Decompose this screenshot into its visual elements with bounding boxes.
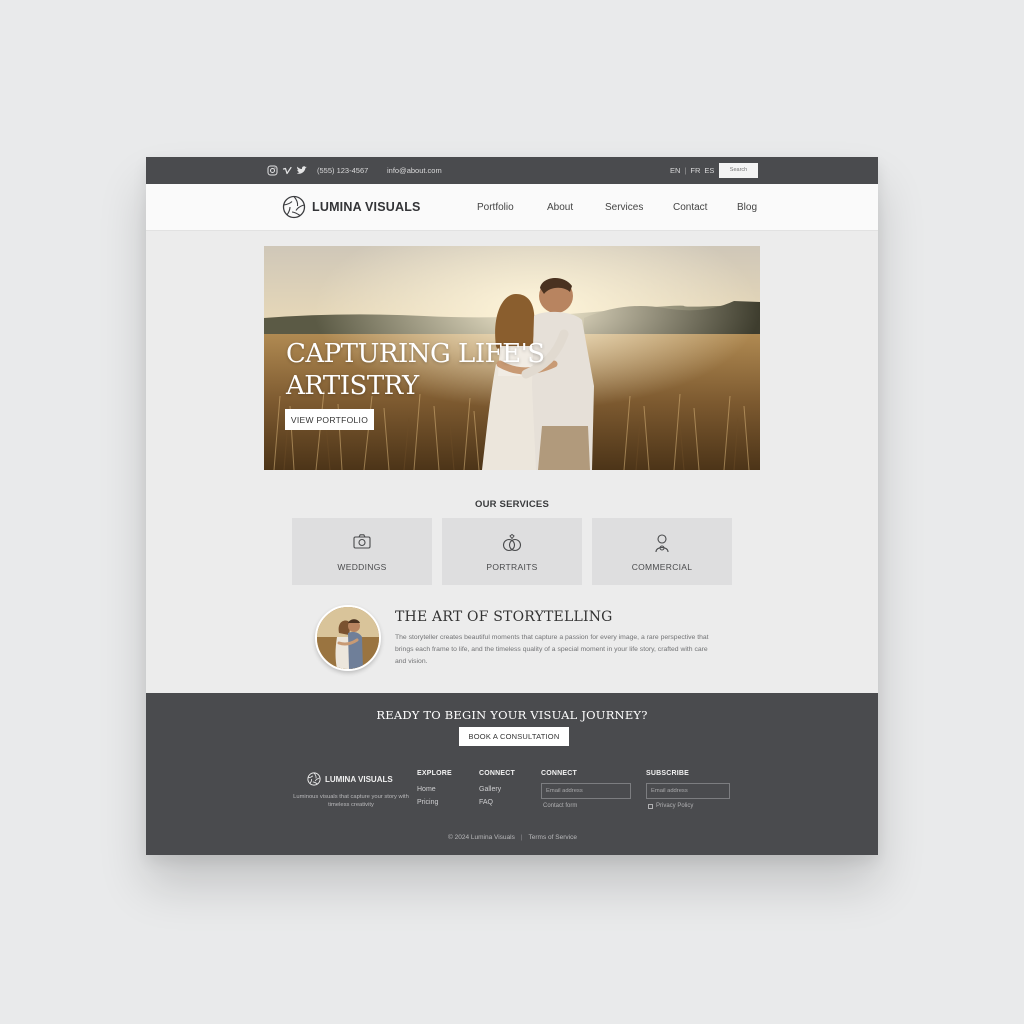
service-card-portraits[interactable]: PORTRAITS xyxy=(442,518,582,585)
footer-link-pricing[interactable]: Pricing xyxy=(417,799,452,806)
aperture-logo-icon xyxy=(307,772,321,786)
main-navigation: LUMINA VISUALS Portfolio About Services … xyxy=(146,184,878,231)
nav-link-services[interactable]: Services xyxy=(605,202,673,213)
twitter-icon[interactable] xyxy=(296,164,308,176)
topbar-search-input[interactable] xyxy=(719,163,758,178)
copyright-row: © 2024 Lumina Visuals | Terms of Service xyxy=(448,834,577,841)
service-card-commercial[interactable]: COMMERCIAL xyxy=(592,518,732,585)
privacy-checkbox-row[interactable]: Privacy Policy xyxy=(648,803,693,809)
lang-separator: | xyxy=(684,166,687,175)
service-card-weddings[interactable]: WEDDINGS xyxy=(292,518,432,585)
site-logo[interactable]: LUMINA VISUALS xyxy=(282,195,421,219)
lang-fr[interactable]: FR xyxy=(690,166,700,175)
footer-logo[interactable]: LUMINA VISUALS xyxy=(307,772,393,786)
view-portfolio-button[interactable]: VIEW PORTFOLIO xyxy=(285,409,374,430)
nav-link-about[interactable]: About xyxy=(547,202,605,213)
story-paragraph: The storyteller creates beautiful moment… xyxy=(395,634,709,665)
website-frame: (555) 123-4567 info@about.com EN | FR ES… xyxy=(146,157,878,855)
phone-number[interactable]: (555) 123-4567 xyxy=(317,166,368,175)
footer-link-gallery[interactable]: Gallery xyxy=(479,786,515,793)
copyright-separator: | xyxy=(520,834,523,841)
footer-tagline: Luminous visuals that capture your story… xyxy=(293,794,409,808)
footer-contact-note[interactable]: Contact form xyxy=(543,803,577,809)
portrait-icon xyxy=(651,533,673,553)
service-label: WEDDINGS xyxy=(337,562,387,572)
lang-en[interactable]: EN xyxy=(670,166,680,175)
service-label: PORTRAITS xyxy=(486,562,538,572)
nav-links: Portfolio About Services Contact Blog xyxy=(477,202,757,213)
hero-headline-line-2: ARTISTRY xyxy=(286,371,419,401)
footer-column-heading: EXPLORE xyxy=(417,770,452,777)
language-switcher: EN | FR ES xyxy=(670,166,714,175)
story-couple-photo xyxy=(315,605,381,671)
hero-headline-line-1: CAPTURING LIFE'S xyxy=(286,339,545,369)
social-links xyxy=(266,164,308,176)
story-heading: THE ART OF STORYTELLING xyxy=(395,609,613,625)
footer-column-heading: SUBSCRIBE xyxy=(646,770,690,777)
footer-column-heading: CONNECT xyxy=(479,770,516,777)
instagram-icon[interactable] xyxy=(266,164,278,176)
email-address[interactable]: info@about.com xyxy=(387,166,442,175)
nav-link-contact[interactable]: Contact xyxy=(673,202,737,213)
checkbox-icon[interactable] xyxy=(648,803,653,809)
brand-name: LUMINA VISUALS xyxy=(312,200,421,214)
footer-column-heading: CONNECT xyxy=(541,770,578,777)
footer-column-connect: CONNECT Gallery FAQ xyxy=(479,770,515,812)
vimeo-icon[interactable] xyxy=(281,164,293,176)
nav-link-blog[interactable]: Blog xyxy=(737,202,757,213)
footer-brand-name: LUMINA VISUALS xyxy=(325,774,393,784)
hero-banner: CAPTURING LIFE'S ARTISTRY VIEW PORTFOLIO xyxy=(264,246,760,470)
book-consultation-button[interactable]: BOOK A CONSULTATION xyxy=(459,727,569,746)
footer-link-faq[interactable]: FAQ xyxy=(479,799,515,806)
lang-es[interactable]: ES xyxy=(704,166,714,175)
top-utility-bar: (555) 123-4567 info@about.com EN | FR ES xyxy=(146,157,878,184)
privacy-note: Privacy Policy xyxy=(656,803,694,809)
footer-cta-heading: READY TO BEGIN YOUR VISUAL JOURNEY? xyxy=(376,708,648,722)
footer-column-explore: EXPLORE Home Pricing xyxy=(417,770,452,812)
rings-icon xyxy=(501,533,523,553)
newsletter-email-input[interactable]: Email address xyxy=(646,783,730,799)
aperture-logo-icon xyxy=(282,195,306,219)
camera-icon xyxy=(351,533,373,553)
services-heading: OUR SERVICES xyxy=(474,499,550,510)
hero-headline: CAPTURING LIFE'S ARTISTRY xyxy=(286,338,586,402)
nav-link-portfolio[interactable]: Portfolio xyxy=(477,202,547,213)
service-label: COMMERCIAL xyxy=(631,562,693,572)
terms-link[interactable]: Terms of Service xyxy=(529,834,577,841)
footer-contact-input[interactable]: Email address xyxy=(541,783,631,799)
footer-link-home[interactable]: Home xyxy=(417,786,452,793)
site-footer: READY TO BEGIN YOUR VISUAL JOURNEY? BOOK… xyxy=(146,693,878,855)
copyright-text: © 2024 Lumina Visuals xyxy=(448,834,515,841)
